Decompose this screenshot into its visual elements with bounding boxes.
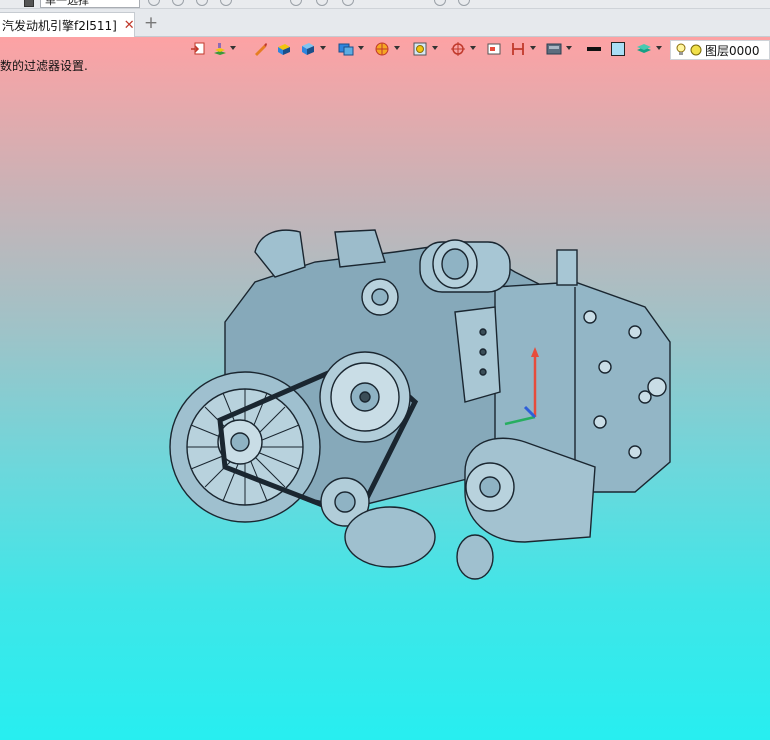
new-tab-button[interactable]: + — [142, 13, 160, 33]
stop-icon[interactable] — [24, 0, 34, 7]
top-toolbar-strip: 单一选择 — [0, 0, 770, 9]
graphics-viewport[interactable]: 数的过滤器设置. 图层0000 — [0, 37, 770, 740]
tab-title: 汽发动机引擎f2l511] — [2, 18, 117, 33]
view-orient-icon[interactable] — [190, 40, 206, 58]
layer-stack-icon[interactable] — [636, 40, 652, 58]
close-icon[interactable]: ✕ — [124, 18, 135, 33]
layer-name: 图层0000 — [705, 43, 760, 58]
layer-dot-icon — [690, 44, 702, 56]
black-swatch-icon[interactable] — [586, 40, 602, 58]
tool-icon[interactable] — [342, 0, 354, 6]
screen-icon[interactable] — [546, 40, 562, 58]
document-tab-bar: 汽发动机引擎f2l511] ✕ + — [0, 9, 770, 37]
layer-selector[interactable]: 图层0000 — [670, 40, 770, 60]
tool-icon[interactable] — [290, 0, 302, 6]
tool-icon[interactable] — [220, 0, 232, 6]
layer-paint-icon[interactable] — [212, 40, 228, 58]
tool-icon[interactable] — [196, 0, 208, 6]
tool-icon[interactable] — [316, 0, 328, 6]
tool-icon[interactable] — [458, 0, 470, 6]
engine-3d-model[interactable] — [165, 192, 685, 592]
pencil-icon[interactable] — [252, 40, 268, 58]
tool-icon[interactable] — [434, 0, 446, 6]
frame-icon[interactable] — [412, 40, 428, 58]
selection-filter-dropdown[interactable]: 单一选择 — [40, 0, 140, 8]
crosshair-icon[interactable] — [450, 40, 466, 58]
display-mode-icon[interactable] — [338, 40, 354, 58]
bulb-icon — [676, 43, 686, 55]
sphere-icon[interactable] — [374, 40, 390, 58]
status-message: 数的过滤器设置. — [0, 59, 88, 73]
tab-document[interactable]: 汽发动机引擎f2l511] ✕ — [0, 12, 135, 37]
tool-icon[interactable] — [148, 0, 160, 6]
tool-icon[interactable] — [172, 0, 184, 6]
solid-cube-icon[interactable] — [300, 40, 316, 58]
clip-icon[interactable] — [510, 40, 526, 58]
color-swatch-icon[interactable] — [610, 40, 626, 58]
shaded-box-icon[interactable] — [276, 40, 292, 58]
window-icon[interactable] — [486, 40, 502, 58]
